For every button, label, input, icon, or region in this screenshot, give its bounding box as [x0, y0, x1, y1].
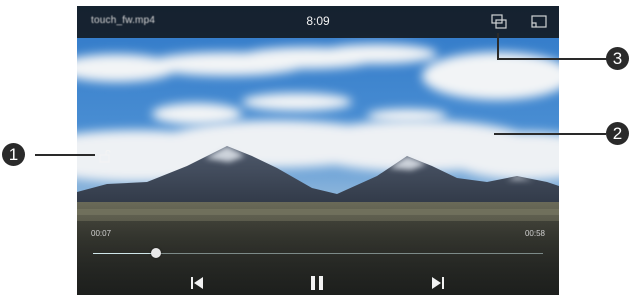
skip-next-icon[interactable]: [429, 274, 447, 292]
cast-screen-icon[interactable]: [529, 12, 549, 32]
callout-2-badge: 2: [606, 122, 629, 145]
seek-thumb[interactable]: [151, 248, 161, 258]
callout-1-badge: 1: [2, 143, 25, 166]
callout-3-leader: [497, 58, 607, 60]
video-player[interactable]: touch_fw.mp4 8:09 00:07 00:58: [77, 6, 559, 295]
callout-1-leader: [35, 154, 95, 156]
picture-in-picture-icon[interactable]: [489, 12, 509, 32]
seek-bar[interactable]: [93, 248, 543, 258]
total-duration: 00:58: [524, 229, 545, 238]
top-bar: touch_fw.mp4 8:09: [77, 6, 559, 38]
seek-progress: [93, 253, 156, 254]
callout-2-leader: [494, 133, 606, 135]
pause-icon[interactable]: [308, 274, 326, 292]
screen-lock-icon[interactable]: [98, 149, 112, 163]
callout-3-leader-vertical: [497, 33, 499, 59]
clock: 8:09: [306, 14, 330, 28]
callout-3-badge: 3: [606, 47, 629, 70]
elapsed-time: 00:07: [91, 229, 112, 238]
skip-previous-icon[interactable]: [188, 274, 206, 292]
playback-bar: 00:07 00:58: [77, 221, 559, 295]
figure: touch_fw.mp4 8:09 00:07 00:58 1 2 3: [0, 0, 629, 295]
